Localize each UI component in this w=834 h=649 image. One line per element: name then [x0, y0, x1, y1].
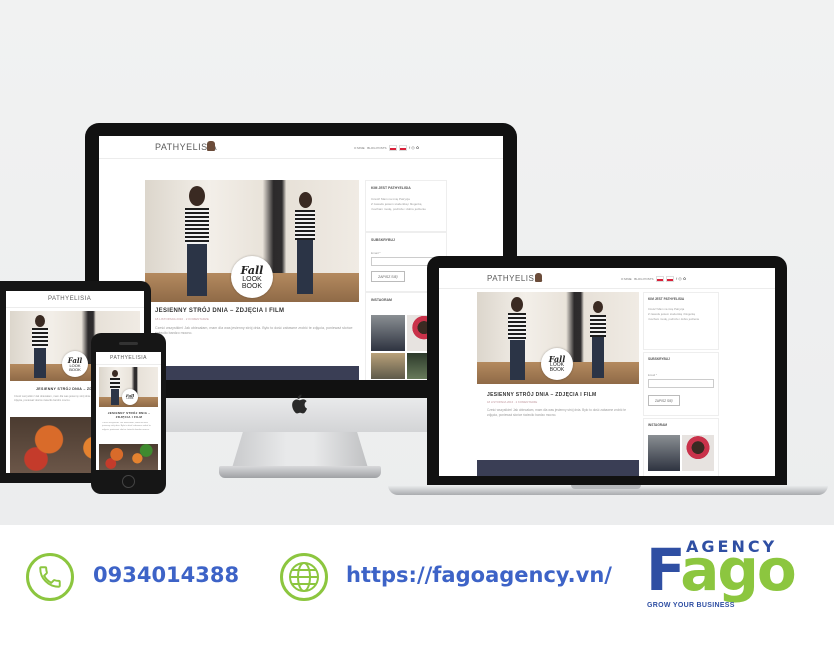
- sidebar-subscribe-title: SUBSKRYBUJ: [648, 357, 670, 361]
- hero-image[interactable]: Fall LOOK: [99, 367, 158, 407]
- phone-screen: PATHYELISIA Fall LOOK JESIENNY STRÓJ DNI…: [96, 352, 161, 470]
- lookbook-badge: Fall LOOK BOOK: [62, 351, 88, 377]
- hero-person-left: [505, 297, 529, 381]
- hero-person-right: [292, 192, 318, 296]
- hero-person-left: [30, 315, 50, 379]
- logo-swan-icon: [535, 273, 542, 282]
- lookbook-badge: Fall LOOK BOOK: [231, 256, 273, 298]
- badge-line-2: LOOK: [242, 275, 262, 283]
- device-mockup-stage: PATHYELISIA O MNIE BLOG POSTS f ◎ ✿ Fall…: [0, 0, 834, 525]
- fago-agency-logo[interactable]: AGENCY Fago GROW YOUR BUSINESS: [646, 535, 816, 619]
- badge-line-1: Fall: [240, 263, 264, 277]
- food-image[interactable]: [99, 444, 158, 470]
- hero-image[interactable]: Fall LOOK BOOK: [145, 180, 359, 302]
- sidebar-about-text: Cześć! Mam na imię Patrycja Z zawodu jes…: [648, 307, 700, 321]
- site-nav: O MNIE BLOG POSTS f ◎ ✿: [354, 145, 419, 152]
- site-header: PATHYELISIA O MNIE BLOG POSTS f ◎ ✿: [439, 268, 775, 289]
- subscribe-button[interactable]: ZAPISZ SIĘ!: [648, 395, 680, 406]
- site-header: PATHYELISIA: [6, 291, 144, 308]
- laptop-frame: PATHYELISIA O MNIE BLOG POSTS f ◎ ✿ Fall…: [427, 256, 787, 488]
- flag-pl-icon[interactable]: [666, 276, 675, 283]
- brand-tagline: GROW YOUR BUSINESS: [647, 602, 735, 609]
- hero-image[interactable]: Fall LOOK BOOK: [477, 292, 639, 384]
- badge-line-2: LOOK: [126, 396, 134, 400]
- website-phone: PATHYELISIA Fall LOOK JESIENNY STRÓJ DNI…: [96, 352, 161, 470]
- lookbook-badge: Fall LOOK: [122, 389, 138, 405]
- instagram-thumb-1[interactable]: [648, 435, 680, 471]
- sidebar-instagram-title: INSTAGRAM: [648, 423, 668, 427]
- brand-fago-wordmark: Fago: [646, 536, 797, 604]
- laptop-screen: PATHYELISIA O MNIE BLOG POSTS f ◎ ✿ Fall…: [439, 268, 775, 476]
- sidebar-about: KIM JEST PATHYELISIA Cześć! Mam na imię …: [365, 180, 447, 232]
- laptop-notch: [571, 485, 641, 489]
- nav-item-blog[interactable]: BLOG POSTS: [367, 146, 386, 150]
- subscribe-button[interactable]: ZAPISZ SIĘ!: [371, 271, 405, 282]
- next-post-image[interactable]: [145, 366, 359, 380]
- badge-line-3: BOOK: [549, 367, 565, 373]
- social-icons[interactable]: f ◎ ✿: [676, 276, 686, 281]
- phone-icon[interactable]: [26, 553, 74, 601]
- phone-speaker: [119, 342, 138, 345]
- post-meta: 18 LISTOPADA 2016 · 2 KOMENTARZE: [487, 400, 538, 404]
- phone-home-button[interactable]: [122, 475, 135, 488]
- sidebar-instagram: INSTAGRAM: [643, 418, 719, 476]
- social-icons[interactable]: f ◎ ✿: [409, 145, 419, 150]
- sidebar-about-title: KIM JEST PATHYELISIA: [371, 186, 411, 190]
- post-excerpt: Cześć wszystkim! Jak obiecałam, mam dla …: [102, 422, 151, 431]
- hero-person-left: [109, 370, 121, 406]
- post-title[interactable]: JESIENNY STRÓJ DNIA – ZDJĘCIA I FILM: [102, 411, 156, 419]
- email-label: Email *: [371, 251, 381, 255]
- phone-frame: PATHYELISIA Fall LOOK JESIENNY STRÓJ DNI…: [91, 333, 166, 494]
- email-input[interactable]: [648, 379, 714, 388]
- sidebar-subscribe-title: SUBSKRYBUJ: [371, 238, 395, 242]
- badge-line-3: BOOK: [241, 282, 263, 290]
- website-laptop: PATHYELISIA O MNIE BLOG POSTS f ◎ ✿ Fall…: [439, 268, 775, 476]
- instagram-thumb-3[interactable]: [371, 353, 405, 379]
- site-header: PATHYELISIA: [96, 352, 161, 365]
- phone-number[interactable]: 0934014388: [93, 563, 239, 587]
- next-post-image[interactable]: [477, 460, 639, 476]
- flag-pl-icon[interactable]: [399, 145, 408, 152]
- sidebar-about-text: Cześć! Mam na imię Patrycja Z zawodu jes…: [371, 197, 426, 211]
- instagram-thumb-2[interactable]: [682, 435, 714, 471]
- hero-person-right: [588, 301, 608, 379]
- sidebar-about-title: KIM JEST PATHYELISIA: [648, 297, 685, 301]
- imac-stand-neck: [232, 432, 368, 468]
- site-nav: O MNIE BLOG POSTS f ◎ ✿: [621, 276, 686, 283]
- lookbook-badge: Fall LOOK BOOK: [541, 348, 573, 380]
- nav-item-blog[interactable]: BLOG POSTS: [634, 277, 653, 281]
- hero-person-left: [181, 186, 213, 298]
- post-meta: 18 LISTOPADA 2016 · 2 KOMENTARZE: [155, 317, 209, 321]
- sidebar-subscribe: SUBSKRYBUJ Email * ZAPISZ SIĘ!: [643, 352, 719, 416]
- nav-item-about[interactable]: O MNIE: [354, 146, 365, 150]
- badge-line-3: BOOK: [69, 366, 81, 372]
- post-excerpt: Cześć wszystkim! Jak obiecałam, mam dla …: [155, 326, 353, 335]
- globe-icon[interactable]: [280, 553, 328, 601]
- post-excerpt: Cześć wszystkim! Jak obiecałam, mam dla …: [487, 408, 627, 417]
- email-label: Email *: [648, 373, 657, 377]
- post-title[interactable]: JESIENNY STRÓJ DNIA – ZDJĘCIA I FILM: [155, 308, 284, 314]
- nav-item-about[interactable]: O MNIE: [621, 277, 632, 281]
- instagram-thumb-1[interactable]: [371, 315, 405, 351]
- apple-logo-icon: [292, 394, 307, 414]
- flag-uk-icon[interactable]: [389, 145, 398, 152]
- site-header: PATHYELISIA O MNIE BLOG POSTS f ◎ ✿: [99, 136, 503, 159]
- flag-uk-icon[interactable]: [656, 276, 665, 283]
- site-logo[interactable]: PATHYELISIA: [110, 355, 147, 361]
- sidebar-about: KIM JEST PATHYELISIA Cześć! Mam na imię …: [643, 292, 719, 350]
- site-logo[interactable]: PATHYELISIA: [48, 296, 91, 302]
- imac-stand-base: [219, 466, 381, 478]
- post-title[interactable]: JESIENNY STRÓJ DNIA – ZDJĘCIA I FILM: [487, 392, 597, 398]
- logo-swan-icon: [207, 141, 215, 151]
- sidebar-instagram-title: INSTAGRAM: [371, 298, 392, 302]
- website-url[interactable]: https://fagoagency.vn/: [346, 563, 612, 587]
